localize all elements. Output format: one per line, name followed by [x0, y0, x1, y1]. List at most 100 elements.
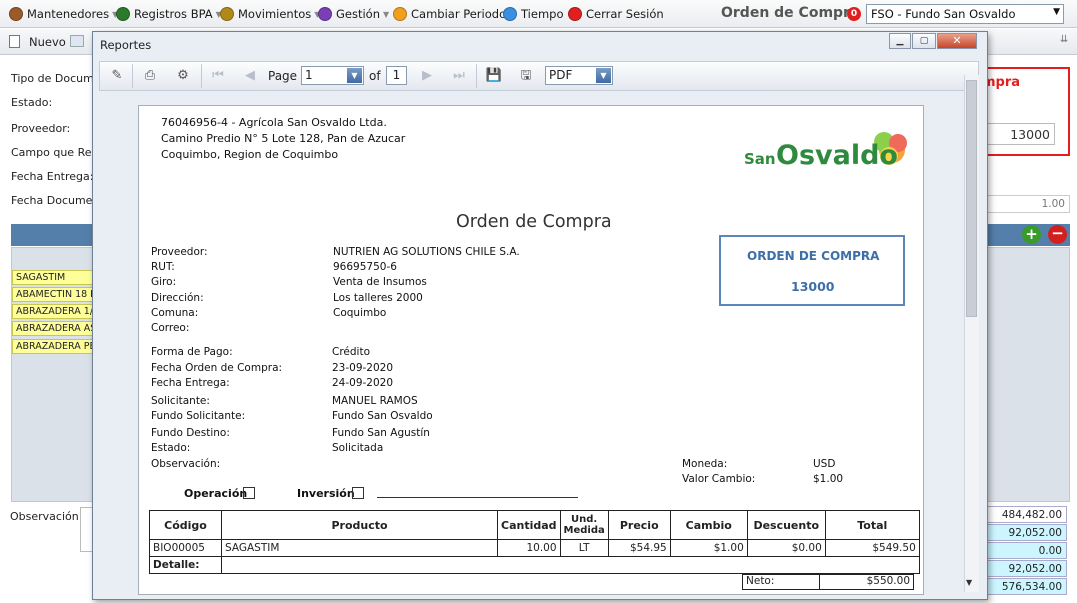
- field-label: Correo:: [151, 322, 190, 334]
- cell-codigo: BIO00005: [149, 539, 222, 557]
- field-label: Giro:: [151, 276, 177, 288]
- signature-line: [377, 497, 578, 498]
- order-box-title: ORDEN DE COMPRA: [747, 249, 880, 263]
- company-city: Coquimbo, Region de Coquimbo: [161, 148, 339, 161]
- field-label: Fundo Destino:: [151, 427, 230, 439]
- menu-cambiar-periodo[interactable]: Cambiar Periodo: [393, 5, 506, 23]
- report-title: Orden de Compra: [456, 212, 612, 232]
- field-value: 23-09-2020: [332, 362, 394, 374]
- menu-tiempo[interactable]: Tiempo: [503, 5, 563, 23]
- toolbar-separator: [201, 64, 202, 88]
- logout-icon: [568, 7, 582, 21]
- order-number-field[interactable]: 13000: [985, 123, 1055, 145]
- cell-cambio: $1.00: [669, 539, 748, 557]
- close-button[interactable]: ✕: [937, 33, 977, 49]
- detalle-row: Detalle:: [149, 556, 920, 574]
- table-row: BIO00005 SAGASTIM 10.00 LT $54.95 $1.00 …: [149, 539, 920, 557]
- module-title: Orden de Compra: [721, 5, 860, 21]
- minimize-button[interactable]: ▁: [889, 33, 911, 49]
- clock-icon: [393, 7, 407, 21]
- scrollbar-thumb[interactable]: [966, 80, 977, 317]
- field-label: Comuna:: [151, 307, 199, 319]
- remove-row-button[interactable]: −: [1048, 225, 1067, 244]
- print-icon[interactable]: ⎙: [141, 67, 159, 84]
- logo-text-small: San: [744, 150, 776, 168]
- menu-registros-bpa[interactable]: Registros BPA ▼: [116, 5, 222, 23]
- export-format-select[interactable]: PDF ▼: [545, 66, 613, 85]
- scroll-down-icon[interactable]: ▼: [966, 578, 972, 587]
- next-page-icon[interactable]: ▶: [418, 67, 436, 84]
- total-field: 484,482.00: [985, 506, 1067, 523]
- cell-unidad: LT: [559, 539, 609, 557]
- menu-cerrar-sesion[interactable]: Cerrar Sesión: [568, 5, 664, 23]
- currency-value: USD: [813, 458, 836, 470]
- field-value: MANUEL RAMOS: [332, 395, 418, 407]
- maximize-button[interactable]: ▢: [912, 33, 936, 49]
- field-label: Fecha Orden de Compra:: [151, 362, 283, 374]
- observation-label: Observación:: [10, 510, 83, 523]
- field-label: Estado:: [151, 442, 191, 454]
- exchange-value: $1.00: [813, 473, 844, 485]
- product-row[interactable]: ABAMECTIN 18 EC AG: [12, 287, 104, 302]
- column-header: Descuento: [746, 510, 826, 540]
- order-number-box: [719, 235, 905, 306]
- field-value: Venta de Insumos: [333, 276, 427, 288]
- collapse-icon[interactable]: ⇊: [1060, 34, 1068, 45]
- exchange-field[interactable]: 1.00: [985, 195, 1070, 213]
- total-field: 92,052.00: [985, 560, 1067, 577]
- toolbar-separator: [476, 64, 477, 88]
- field-value: Fundo San Agustín: [332, 427, 430, 439]
- field-label: Dirección:: [151, 292, 204, 304]
- chevron-down-icon: ▼: [383, 9, 390, 19]
- field-label: Proveedor:: [151, 246, 208, 258]
- total-field: 92,052.00: [985, 524, 1067, 541]
- fund-select[interactable]: FSO - Fundo San Osvaldo ▼: [866, 4, 1064, 24]
- new-button[interactable]: Nuevo: [29, 35, 66, 49]
- add-row-button[interactable]: +: [1022, 225, 1041, 244]
- export-format-value: PDF: [549, 68, 573, 82]
- field-value: Coquimbo: [333, 307, 387, 319]
- menu-label: Movimientos: [238, 7, 312, 21]
- export-icon[interactable]: 🖫: [517, 67, 535, 84]
- first-page-icon[interactable]: ⏮: [209, 67, 227, 84]
- grid-icon: [318, 7, 332, 21]
- table-header-row: Código Producto Cantidad Und. Medida Pre…: [149, 510, 920, 540]
- field-value: Los talleres 2000: [333, 292, 423, 304]
- product-row[interactable]: ABRAZADERA 1/2: [12, 304, 104, 319]
- menu-gestion[interactable]: Gestión ▼: [318, 5, 389, 23]
- last-page-icon[interactable]: ⏭: [450, 67, 468, 84]
- fund-icon: 0: [847, 7, 861, 21]
- grid-icon: [220, 7, 234, 21]
- chevron-down-icon: ▼: [1053, 7, 1060, 17]
- product-row[interactable]: ABRAZADERA PERNO: [12, 339, 104, 354]
- exchange-label: Valor Cambio:: [682, 473, 756, 485]
- label-proveedor: Proveedor:: [11, 122, 71, 135]
- previous-page-icon[interactable]: ◀: [241, 67, 259, 84]
- column-header: Precio: [607, 510, 671, 540]
- menu-label: Registros BPA: [134, 7, 213, 21]
- field-label: Fecha Entrega:: [151, 377, 230, 389]
- currency-label: Moneda:: [682, 458, 728, 470]
- save-icon[interactable]: 💾: [485, 67, 503, 84]
- menu-mantenedores[interactable]: Mantenedores ▼: [9, 5, 118, 23]
- company-address: Camino Predio N° 5 Lote 128, Pan de Azuc…: [161, 132, 406, 145]
- weather-icon: [503, 7, 517, 21]
- total-field: 0.00: [985, 542, 1067, 559]
- edit-icon[interactable]: [70, 35, 84, 47]
- cell-cantidad: 10.00: [497, 539, 561, 557]
- product-row[interactable]: SAGASTIM: [12, 270, 104, 285]
- menu-movimientos[interactable]: Movimientos ▼: [220, 5, 320, 23]
- page-number-select[interactable]: 1 ▼: [301, 66, 364, 85]
- eraser-icon[interactable]: ✎: [108, 67, 126, 84]
- field-label: Forma de Pago:: [151, 346, 233, 358]
- page-label: Page: [268, 69, 298, 83]
- print-setup-icon[interactable]: ⚙: [174, 67, 192, 84]
- field-value: 96695750-6: [333, 261, 397, 273]
- window-title: Reportes: [100, 38, 152, 52]
- menu-label: Cambiar Periodo: [411, 7, 507, 21]
- product-row[interactable]: ABRAZADERA ASFA 1: [12, 321, 104, 336]
- company-name: 76046956-4 - Agrícola San Osvaldo Ltda.: [161, 116, 387, 129]
- toolbar-separator: [132, 64, 133, 88]
- grid-icon: [9, 7, 23, 21]
- neto-value: $550.00: [819, 574, 914, 590]
